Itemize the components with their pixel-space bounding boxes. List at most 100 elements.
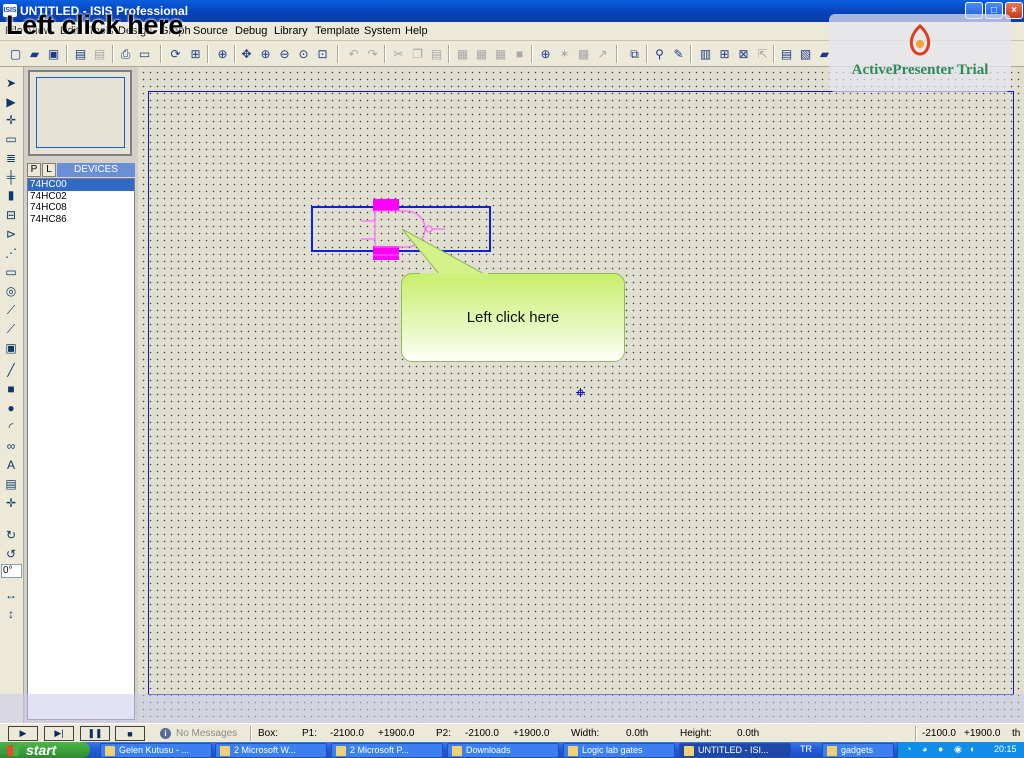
- menu-debug[interactable]: Debug: [235, 25, 267, 37]
- block-rotate-icon[interactable]: ▦: [492, 45, 509, 62]
- generator-icon[interactable]: ◎: [2, 283, 20, 299]
- taskbar-item-downloads[interactable]: Downloads: [447, 743, 559, 758]
- goto-sheet-icon[interactable]: ⇱: [754, 45, 771, 62]
- add-sheet-icon[interactable]: ⊞: [716, 45, 733, 62]
- bus-icon[interactable]: ╪: [2, 169, 20, 185]
- selection-mode-icon[interactable]: ➤: [2, 75, 20, 91]
- device-item-74hc86[interactable]: 74HC86: [28, 214, 134, 226]
- terminals-icon[interactable]: ⊟: [2, 207, 20, 223]
- text-script-icon[interactable]: ≣: [2, 150, 20, 166]
- step-button[interactable]: ▶|: [44, 726, 74, 741]
- redraw-icon[interactable]: ⟳: [167, 45, 184, 62]
- component-mode-icon[interactable]: ▶: [2, 94, 20, 110]
- tray-clock[interactable]: 20:15: [994, 744, 1017, 754]
- cut-icon[interactable]: ✂: [390, 45, 407, 62]
- wire-autorouter-icon[interactable]: ⧉: [626, 45, 643, 62]
- menu-template[interactable]: Template: [315, 25, 360, 37]
- zoom-area-icon[interactable]: ⊡: [314, 45, 331, 62]
- redo-icon[interactable]: ↷: [364, 45, 381, 62]
- virtual-instruments-icon[interactable]: ▣: [2, 340, 20, 356]
- new-file-icon[interactable]: ▢: [7, 45, 24, 62]
- export-section-icon[interactable]: ▤: [91, 45, 108, 62]
- pause-button[interactable]: ❚❚: [80, 726, 110, 741]
- property-assignment-icon[interactable]: ✎: [670, 45, 687, 62]
- marker-tool-icon[interactable]: ✛: [2, 495, 20, 511]
- rotate-anticlockwise-icon[interactable]: ↺: [2, 546, 20, 562]
- tray-app-icon[interactable]: ◐: [970, 744, 975, 754]
- pan-icon[interactable]: ✥: [238, 45, 255, 62]
- language-indicator[interactable]: TR: [800, 744, 812, 754]
- block-move-icon[interactable]: ▦: [473, 45, 490, 62]
- schematic-canvas[interactable]: Left click here: [138, 67, 1024, 723]
- block-delete-icon[interactable]: ■: [511, 45, 528, 62]
- decompose-icon[interactable]: ↗: [594, 45, 611, 62]
- taskbar-item-inbox[interactable]: Gelen Kutusu - ...: [100, 743, 212, 758]
- device-item-74hc08[interactable]: 74HC08: [28, 202, 134, 214]
- tray-update-icon[interactable]: ◉: [954, 744, 962, 755]
- zoom-in-icon[interactable]: ⊕: [257, 45, 274, 62]
- mirror-horizontal-icon[interactable]: ↔: [2, 587, 20, 603]
- device-pins-icon[interactable]: ⊳: [2, 226, 20, 242]
- overview-window[interactable]: [28, 70, 132, 156]
- zoom-all-icon[interactable]: ⊙: [295, 45, 312, 62]
- messages-status[interactable]: No Messages: [176, 728, 237, 739]
- tape-recorder-icon[interactable]: ▭: [2, 264, 20, 280]
- paste-icon[interactable]: ▤: [428, 45, 445, 62]
- search-tag-icon[interactable]: ⚲: [651, 45, 668, 62]
- zoom-out-icon[interactable]: ⊖: [276, 45, 293, 62]
- undo-icon[interactable]: ↶: [345, 45, 362, 62]
- save-icon[interactable]: ▣: [45, 45, 62, 62]
- bill-of-materials-icon[interactable]: ▤: [778, 45, 795, 62]
- device-item-74hc02[interactable]: 74HC02: [28, 191, 134, 203]
- junction-dot-icon[interactable]: ✛: [2, 112, 20, 128]
- circle-tool-icon[interactable]: ●: [2, 400, 20, 416]
- origin-icon[interactable]: ⊕: [214, 45, 231, 62]
- play-button[interactable]: ▶: [8, 726, 38, 741]
- remove-sheet-icon[interactable]: ⊠: [735, 45, 752, 62]
- menu-system[interactable]: System: [364, 25, 401, 37]
- current-probe-icon[interactable]: ⟋: [2, 321, 20, 337]
- mirror-vertical-icon[interactable]: ↕: [2, 606, 20, 622]
- taskbar-item-word[interactable]: 2 Microsoft W...: [215, 743, 327, 758]
- rotation-angle-input[interactable]: 0°: [1, 564, 22, 578]
- menu-help[interactable]: Help: [405, 25, 428, 37]
- packaging-tool-icon[interactable]: ▩: [575, 45, 592, 62]
- menu-library[interactable]: Library: [274, 25, 308, 37]
- copy-icon[interactable]: ❐: [409, 45, 426, 62]
- pick-device-icon[interactable]: ⊕: [537, 45, 554, 62]
- import-section-icon[interactable]: ▤: [72, 45, 89, 62]
- grid-toggle-icon[interactable]: ⊞: [187, 45, 204, 62]
- netlist-icon[interactable]: ▧: [797, 45, 814, 62]
- block-copy-icon[interactable]: ▦: [454, 45, 471, 62]
- make-device-icon[interactable]: ✶: [556, 45, 573, 62]
- tray-volume-icon[interactable]: ◕: [922, 744, 927, 754]
- taskbar-item-logic-lab[interactable]: Logic lab gates: [563, 743, 675, 758]
- tray-security-icon[interactable]: ●: [938, 744, 943, 754]
- line-tool-icon[interactable]: ╱: [2, 362, 20, 378]
- path-tool-icon[interactable]: ∞: [2, 438, 20, 454]
- device-item-74hc00[interactable]: 74HC00: [28, 179, 134, 191]
- start-button[interactable]: start: [0, 742, 90, 758]
- box-tool-icon[interactable]: ■: [2, 381, 20, 397]
- taskbar-item-powerpoint[interactable]: 2 Microsoft P...: [331, 743, 443, 758]
- new-sheet-icon[interactable]: ▥: [697, 45, 714, 62]
- taskbar-item-gadgets[interactable]: gadgets: [822, 743, 894, 758]
- device-list[interactable]: 74HC00 74HC02 74HC08 74HC86: [27, 178, 135, 720]
- subcircuit-icon[interactable]: ▮: [2, 187, 20, 203]
- wire-label-icon[interactable]: ▭: [2, 131, 20, 147]
- open-folder-icon[interactable]: ▰: [26, 45, 43, 62]
- library-manager-button[interactable]: L: [42, 163, 56, 177]
- arc-tool-icon[interactable]: ◜: [2, 419, 20, 435]
- graph-icon[interactable]: ⋰: [2, 245, 20, 261]
- symbol-tool-icon[interactable]: ▤: [2, 476, 20, 492]
- print-icon[interactable]: ⎙: [117, 45, 134, 62]
- rotate-clockwise-icon[interactable]: ↻: [2, 527, 20, 543]
- text-tool-icon[interactable]: A: [2, 457, 20, 473]
- tray-network-icon[interactable]: ◔: [906, 744, 911, 754]
- menu-source[interactable]: Source: [193, 25, 228, 37]
- print-area-icon[interactable]: ▭: [136, 45, 153, 62]
- voltage-probe-icon[interactable]: ⟋: [2, 302, 20, 318]
- pick-devices-button[interactable]: P: [27, 163, 41, 177]
- stop-button[interactable]: ■: [115, 726, 145, 741]
- taskbar-item-isis[interactable]: UNTITLED - ISI...: [679, 743, 791, 758]
